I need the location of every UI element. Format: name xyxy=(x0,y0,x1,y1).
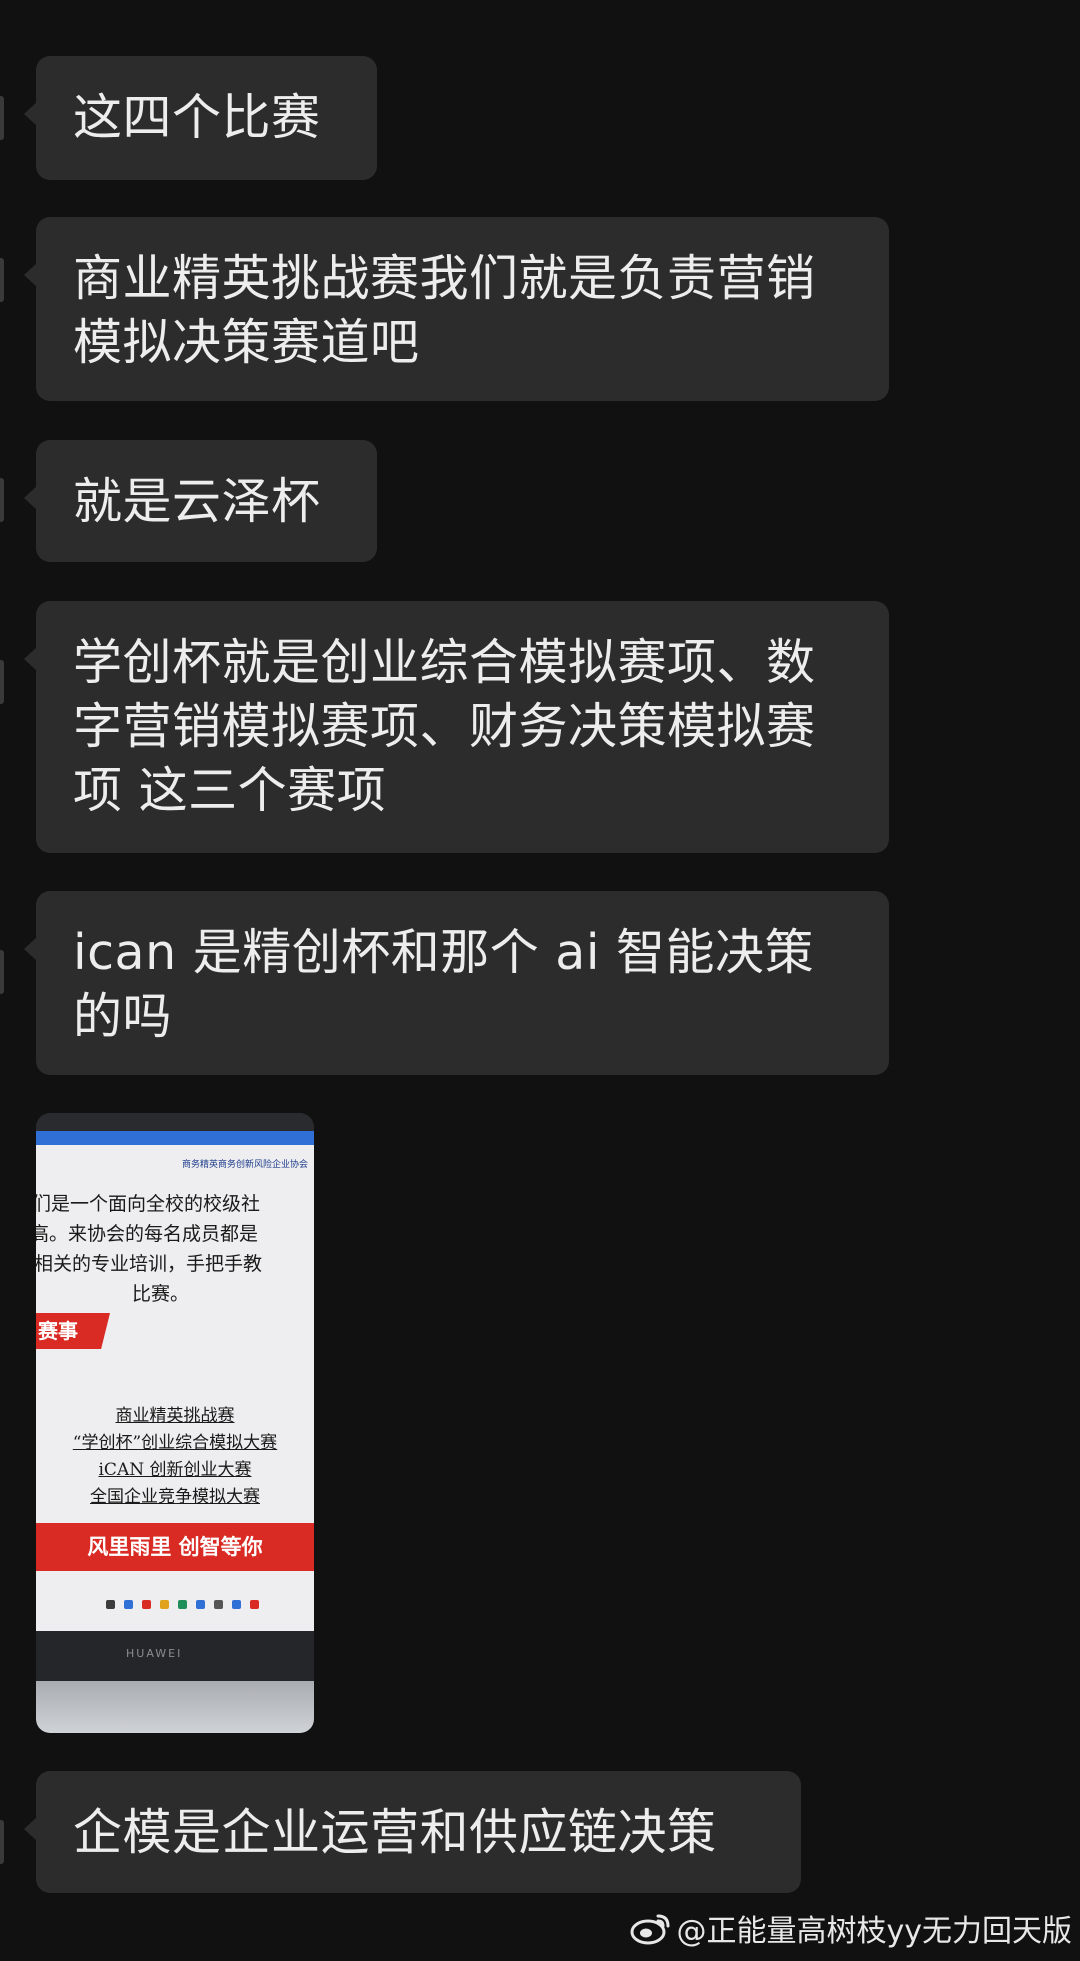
photo-slogan-banner: 风里雨里 创智等你 xyxy=(36,1523,314,1571)
avatar-edge xyxy=(0,660,4,704)
photo-intro-line: 相关的专业培训，手把手教 xyxy=(36,1253,263,1275)
avatar-edge xyxy=(0,478,4,522)
message-bubble[interactable]: 这四个比赛 xyxy=(24,56,377,180)
weibo-icon xyxy=(630,1914,670,1945)
photo-competition: iCAN 创新创业大赛 xyxy=(98,1460,252,1480)
message-text: ican 是精创杯和那个 ai 智能决策 xyxy=(73,924,815,981)
message-text: 这四个比赛 xyxy=(73,89,321,146)
message-bubble[interactable]: ican 是精创杯和那个 ai 智能决策 的吗 xyxy=(24,891,889,1075)
watermark: @正能量高树枝yy无力回天版 xyxy=(630,1906,1072,1950)
photo-screen: 商务精英商务创新风险企业协会 们是一个面向全校的校级社 高。来协会的每名成员都是… xyxy=(36,1131,314,1631)
watermark-text: @正能量高树枝yy无力回天版 xyxy=(676,1914,1072,1949)
message-bubble[interactable]: 企模是企业运营和供应链决策 xyxy=(24,1771,801,1893)
message-text: 模拟决策赛道吧 xyxy=(73,314,420,371)
avatar-edge xyxy=(0,1820,4,1864)
avatar-edge xyxy=(0,96,4,140)
message-bubble[interactable]: 商业精英挑战赛我们就是负责营销 模拟决策赛道吧 xyxy=(24,217,889,401)
photo-section-tag: 赛事 xyxy=(36,1313,110,1349)
photo-competition-list: 商业精英挑战赛 “学创杯”创业综合模拟大赛 iCAN 创新创业大赛 全国企业竞争… xyxy=(36,1403,314,1511)
message-text: 的吗 xyxy=(73,988,173,1045)
message-text: 就是云泽杯 xyxy=(73,473,321,530)
message-text: 企模是企业运营和供应链决策 xyxy=(73,1804,717,1861)
photo-competition: 商业精英挑战赛 xyxy=(115,1406,235,1426)
photo-intro: 们是一个面向全校的校级社 高。来协会的每名成员都是 相关的专业培训，手把手教 比… xyxy=(36,1189,314,1309)
photo-taskbar xyxy=(36,1591,314,1617)
photo-competition: “学创杯”创业综合模拟大赛 xyxy=(72,1433,278,1453)
image-message[interactable]: 商务精英商务创新风险企业协会 们是一个面向全校的校级社 高。来协会的每名成员都是… xyxy=(36,1113,314,1733)
photo-laptop-brand: HUAWEI xyxy=(126,1647,183,1660)
message-text: 学创杯就是创业综合模拟赛项、数 xyxy=(73,634,816,691)
photo-intro-line: 高。来协会的每名成员都是 xyxy=(36,1223,259,1245)
photo-keyboard xyxy=(36,1681,314,1733)
avatar-edge xyxy=(0,950,4,994)
message-text: 字营销模拟赛项、财务决策模拟赛 xyxy=(73,698,816,755)
message-bubble[interactable]: 就是云泽杯 xyxy=(24,440,377,562)
photo-header: 商务精英商务创新风险企业协会 xyxy=(181,1160,308,1170)
message-bubble[interactable]: 学创杯就是创业综合模拟赛项、数 字营销模拟赛项、财务决策模拟赛 项 这三个赛项 xyxy=(24,601,889,853)
message-text: 项 这三个赛项 xyxy=(73,762,387,819)
avatar-edge xyxy=(0,258,4,302)
photo-competition: 全国企业竞争模拟大赛 xyxy=(90,1487,260,1507)
photo-intro-line: 比赛。 xyxy=(132,1283,190,1305)
message-text: 商业精英挑战赛我们就是负责营销 xyxy=(73,250,816,307)
photo-topbar xyxy=(36,1131,314,1145)
photo-intro-line: 们是一个面向全校的校级社 xyxy=(36,1193,261,1215)
